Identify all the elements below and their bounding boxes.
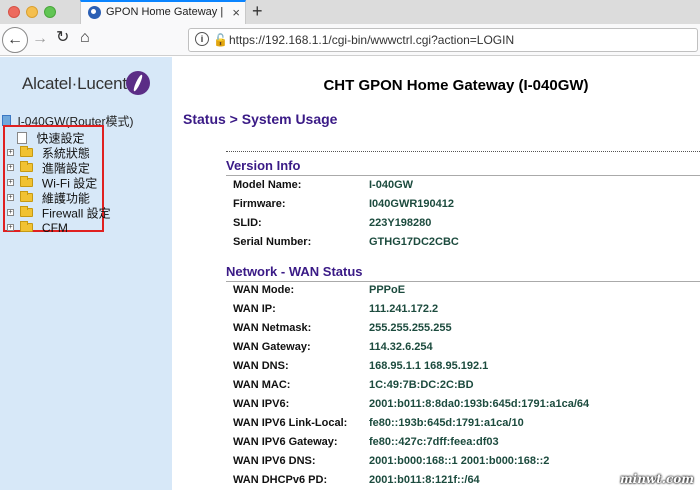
- row-label: WAN IPV6 DNS:: [233, 455, 316, 467]
- back-button[interactable]: ←: [2, 27, 28, 53]
- sidebar-item-maintenance[interactable]: + 維護功能: [7, 189, 90, 205]
- maximize-window-button[interactable]: [44, 6, 56, 18]
- row-label: WAN DHCPv6 PD:: [233, 474, 328, 486]
- sidebar-item-system-status[interactable]: + 系統狀態: [7, 144, 90, 160]
- folder-icon: [20, 161, 34, 173]
- row-value: fe80::193b:645d:1791:a1ca/10: [369, 417, 524, 429]
- highlight-box: 快速設定 + 系統狀態 + 進階設定 + Wi-Fi 設定 + 維護功能 + F…: [3, 125, 111, 235]
- info-row: WAN Mode: PPPoE: [233, 284, 693, 300]
- sidebar-item-firewall-settings[interactable]: + Firewall 設定: [7, 204, 111, 220]
- browser-window: GPON Home Gateway | I-040GW × + ← → ↻ ⌂ …: [0, 0, 700, 490]
- row-value: GTHG17DC2CBC: [369, 236, 459, 248]
- tab-close-icon[interactable]: ×: [232, 5, 240, 21]
- row-value: 223Y198280: [369, 217, 432, 229]
- info-row: Model Name: I-040GW: [233, 179, 693, 195]
- row-label: WAN DNS:: [233, 360, 289, 372]
- row-value: 1C:49:7B:DC:2C:BD: [369, 379, 474, 391]
- logo-text: Alcatel·Lucent: [22, 74, 127, 93]
- row-value: 168.95.1.1 168.95.192.1: [369, 360, 489, 372]
- info-row: WAN DNS: 168.95.1.1 168.95.192.1: [233, 360, 693, 376]
- sidebar-item-advanced-settings[interactable]: + 進階設定: [7, 159, 90, 175]
- folder-icon: [20, 191, 34, 203]
- site-info-icon[interactable]: i: [195, 32, 209, 46]
- sidebar-item-label: CFM: [41, 220, 68, 235]
- row-label: SLID:: [233, 217, 262, 229]
- page-title: CHT GPON Home Gateway (I-040GW): [323, 77, 589, 94]
- info-row: WAN IPV6: 2001:b011:8:8da0:193b:645d:179…: [233, 398, 693, 414]
- row-label: WAN IPV6 Gateway:: [233, 436, 338, 448]
- info-row: SLID: 223Y198280: [233, 217, 693, 233]
- watermark: minwt.com: [619, 472, 694, 486]
- folder-icon: [20, 176, 34, 188]
- folder-icon: [20, 146, 34, 158]
- home-button[interactable]: ⌂: [80, 28, 90, 48]
- row-value: 2001:b011:8:8da0:193b:645d:1791:a1ca/64: [369, 398, 590, 410]
- divider: [226, 151, 700, 152]
- close-window-button[interactable]: [8, 6, 20, 18]
- row-value: PPPoE: [369, 284, 406, 296]
- folder-icon: [20, 206, 34, 218]
- tab-title: GPON Home Gateway | I-040GW: [106, 6, 224, 18]
- logo-mark-icon: [126, 71, 150, 95]
- expand-icon[interactable]: +: [7, 224, 14, 232]
- favicon-icon: [88, 6, 101, 19]
- folder-icon: [20, 221, 34, 233]
- row-label: WAN MAC:: [233, 379, 291, 391]
- sidebar-item-cfm[interactable]: + CFM: [7, 219, 68, 235]
- breadcrumb: Status > System Usage: [183, 111, 338, 127]
- row-label: WAN IP:: [233, 303, 276, 315]
- version-info-heading: Version Info: [226, 158, 301, 173]
- sidebar-item-wifi-settings[interactable]: + Wi-Fi 設定: [7, 174, 97, 190]
- divider: [226, 281, 700, 282]
- row-value: 2001:b011:8:121f::/64: [369, 474, 480, 486]
- document-icon: [17, 131, 27, 144]
- reload-button[interactable]: ↻: [56, 28, 69, 48]
- info-row: WAN IPV6 DNS: 2001:b000:168::1 2001:b000…: [233, 455, 693, 471]
- info-row: WAN IPV6 Link-Local: fe80::193b:645d:179…: [233, 417, 693, 433]
- expand-icon[interactable]: +: [7, 164, 14, 172]
- row-label: Firmware:: [233, 198, 286, 210]
- forward-button[interactable]: →: [32, 29, 48, 49]
- row-value: I040GWR190412: [369, 198, 454, 210]
- info-row: Serial Number: GTHG17DC2CBC: [233, 236, 693, 252]
- row-label: WAN Mode:: [233, 284, 295, 296]
- row-label: WAN Netmask:: [233, 322, 312, 334]
- row-value: fe80::427c:7dff:feea:df03: [369, 436, 499, 448]
- expand-icon[interactable]: +: [7, 194, 14, 202]
- expand-icon[interactable]: +: [7, 149, 14, 157]
- tree-root[interactable]: I-040GW(Router模式): [2, 112, 133, 128]
- minimize-window-button[interactable]: [26, 6, 38, 18]
- row-value: I-040GW: [369, 179, 414, 191]
- navigation-bar: ← → ↻ ⌂ i 🔓 https://192.168.1.1/cgi-bin/…: [0, 24, 700, 56]
- url-bar[interactable]: i 🔓 https://192.168.1.1/cgi-bin/wwwctrl.…: [188, 28, 698, 52]
- row-label: Serial Number:: [233, 236, 312, 248]
- sidebar-item-quick-setup[interactable]: 快速設定: [7, 129, 84, 145]
- info-row: WAN Gateway: 114.32.6.254: [233, 341, 693, 357]
- active-tab[interactable]: GPON Home Gateway | I-040GW ×: [80, 0, 246, 24]
- insecure-lock-icon[interactable]: 🔓: [213, 32, 228, 48]
- row-value: 2001:b000:168::1 2001:b000:168::2: [369, 455, 550, 467]
- row-label: WAN IPV6:: [233, 398, 290, 410]
- row-label: WAN Gateway:: [233, 341, 311, 353]
- expand-icon[interactable]: +: [7, 179, 14, 187]
- url-text[interactable]: https://192.168.1.1/cgi-bin/wwwctrl.cgi?…: [229, 33, 514, 47]
- main-content: CHT GPON Home Gateway (I-040GW) Status >…: [172, 57, 700, 490]
- info-row: WAN IP: 111.241.172.2: [233, 303, 693, 319]
- row-value: 255.255.255.255: [369, 322, 452, 334]
- info-row: WAN Netmask: 255.255.255.255: [233, 322, 693, 338]
- new-tab-button[interactable]: +: [252, 1, 263, 21]
- row-value: 111.241.172.2: [369, 303, 439, 315]
- row-label: Model Name:: [233, 179, 302, 191]
- sidebar: Alcatel·Lucent I-040GW(Router模式) 快速設定 + …: [0, 57, 172, 490]
- expand-icon[interactable]: +: [7, 209, 14, 217]
- tab-bar: GPON Home Gateway | I-040GW × +: [0, 0, 700, 24]
- divider: [226, 175, 700, 176]
- info-row: Firmware: I040GWR190412: [233, 198, 693, 214]
- row-value: 114.32.6.254: [369, 341, 433, 353]
- info-row: WAN IPV6 Gateway: fe80::427c:7dff:feea:d…: [233, 436, 693, 452]
- info-row: WAN MAC: 1C:49:7B:DC:2C:BD: [233, 379, 693, 395]
- wan-status-heading: Network - WAN Status: [226, 264, 363, 279]
- row-label: WAN IPV6 Link-Local:: [233, 417, 348, 429]
